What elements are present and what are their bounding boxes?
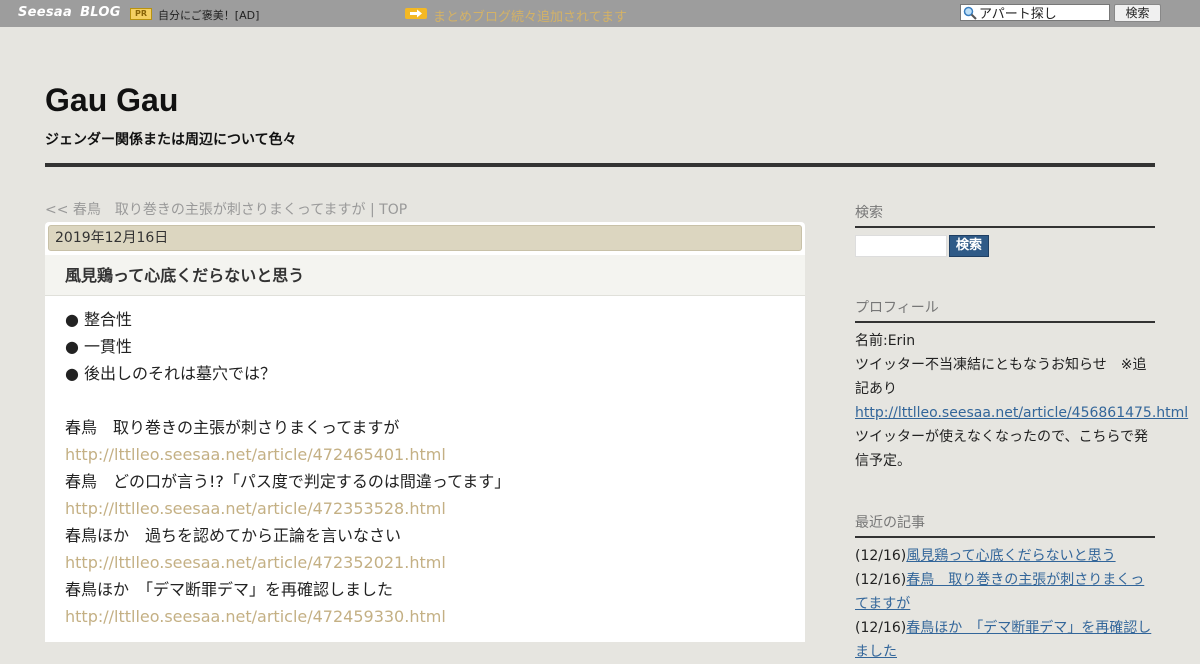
top-search-button[interactable]: 検索 [1114, 4, 1161, 22]
post-text-line: 春鳥ほか 過ちを認めてから正論を言いなさい [65, 526, 402, 545]
post-article-link[interactable]: http://lttlleo.seesaa.net/article/472465… [65, 441, 785, 468]
post-article-link[interactable]: http://lttlleo.seesaa.net/article/472352… [65, 549, 785, 576]
profile-section: 名前:Erin ツイッター不当凍結にともなうお知らせ ※追記あり http://… [855, 329, 1188, 473]
sidebar-search-button[interactable]: 検索 [949, 235, 989, 257]
top-search-input[interactable] [960, 4, 1110, 21]
post-article-link[interactable]: http://lttlleo.seesaa.net/article/472459… [65, 603, 785, 630]
recent-article-item: (12/16)春鳥ほか 「デマ断罪デマ」を再確認しました [855, 616, 1155, 664]
arrow-right-icon [405, 8, 427, 19]
top-link[interactable]: TOP [379, 202, 407, 218]
pr-ad-link[interactable]: 自分にご褒美！[AD] [158, 7, 259, 23]
notice-link[interactable]: まとめブログ続々追加されてます [433, 6, 627, 25]
post-text-line: 春鳥ほか 「デマ断罪デマ」を再確認しました [65, 580, 394, 599]
prev-article-link[interactable]: << 春鳥 取り巻きの主張が刺さりまくってますが [45, 202, 366, 218]
profile-text: ツイッターが使えなくなったので、こちらで発信予定。 [855, 429, 1149, 469]
sidebar-search-heading: 検索 [855, 202, 1155, 228]
pr-badge: PR [130, 8, 152, 20]
post-text-line: ● 後出しのそれは墓穴では？ [65, 364, 277, 383]
recent-article-item: (12/16)春鳥 取り巻きの主張が刺さりまくってますが [855, 568, 1155, 616]
recent-article-date: (12/16) [855, 572, 907, 588]
site-description: ジェンダー関係または周辺について色々 [45, 132, 297, 148]
nav-separator: | [365, 202, 380, 218]
profile-link[interactable]: http://lttlleo.seesaa.net/article/456861… [855, 405, 1188, 421]
magnifier-icon [963, 6, 977, 20]
recent-article-link[interactable]: 風見鶏って心底くだらないと思う [906, 548, 1115, 564]
seesaa-topbar: Seesaa BLOG PR 自分にご褒美！[AD] まとめブログ続々追加されてま… [0, 0, 1200, 27]
recent-articles-list: (12/16)風見鶏って心底くだらないと思う (12/16)春鳥 取り巻きの主張が… [855, 544, 1155, 664]
recent-article-date: (12/16) [855, 548, 907, 564]
post-date: 2019年12月16日 [48, 225, 802, 251]
logo-blog-text: BLOG [80, 5, 121, 20]
post-text-line: 春鳥 どの口が言う!?「パス度で判定するのは間違ってます」 [65, 472, 511, 491]
logo-seesaa-text: Seesaa [18, 5, 73, 20]
post-text-line [65, 387, 785, 414]
recent-article-date: (12/16) [855, 620, 907, 636]
post-text-line: ● 整合性 [65, 310, 133, 329]
profile-notice: ツイッター不当凍結にともなうお知らせ ※追記あり [855, 357, 1147, 397]
post-text-line: 春鳥 取り巻きの主張が刺さりまくってますが [65, 418, 400, 437]
post-body: ● 整合性 ● 一貫性 ● 後出しのそれは墓穴では？ 春鳥 取り巻きの主張が刺さりまく… [65, 306, 785, 630]
recent-article-item: (12/16)風見鶏って心底くだらないと思う [855, 544, 1155, 568]
post-title[interactable]: 風見鶏って心底くだらないと思う [65, 262, 304, 286]
sidebar-recent-heading: 最近の記事 [855, 512, 1155, 538]
header-divider [45, 163, 1155, 167]
sidebar-search-input[interactable] [855, 235, 947, 257]
sidebar-profile-heading: プロフィール [855, 297, 1155, 323]
site-title[interactable]: Gau Gau [45, 82, 178, 119]
profile-name: 名前:Erin [855, 333, 916, 349]
post-article-link[interactable]: http://lttlleo.seesaa.net/article/472353… [65, 495, 785, 522]
post-text-line: ● 一貫性 [65, 337, 133, 356]
seesaa-logo[interactable]: Seesaa BLOG [18, 5, 121, 23]
article-nav: << 春鳥 取り巻きの主張が刺さりまくってますが | TOP [45, 199, 407, 219]
